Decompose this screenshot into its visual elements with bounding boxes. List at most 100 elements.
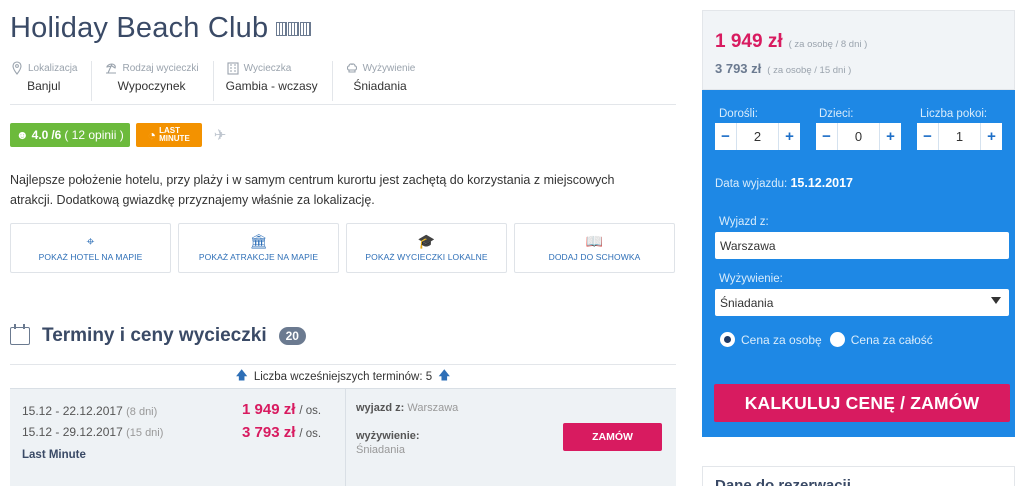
term-price-unit: / os. <box>299 428 322 440</box>
terms-count-badge: 20 <box>278 327 306 345</box>
info-trip: Wycieczka Gambia - wczasy <box>226 61 333 101</box>
term-days: (8 dni) <box>126 406 158 418</box>
minus-button[interactable]: − <box>816 123 838 150</box>
show-local-trips-button[interactable]: 🎓 POKAŻ WYCIECZKI LOKALNE <box>346 223 507 273</box>
children-value[interactable]: 0 <box>838 123 879 150</box>
term-range: 15.12 - 29.12.2017 <box>22 425 123 439</box>
term-row[interactable]: 15.12 - 22.12.2017 (8 dni) 15.12 - 29.12… <box>10 388 676 486</box>
reservation-data-panel: Dane do rezerwacji <box>702 466 1015 486</box>
order-button[interactable]: ZAMÓW <box>563 423 662 451</box>
calendar-icon <box>10 324 30 345</box>
term-price: 3 793 zł <box>242 424 296 441</box>
rating-scale: /6 <box>51 128 62 142</box>
minus-button[interactable]: − <box>917 123 939 150</box>
building-icon <box>227 62 239 75</box>
action-label: DODAJ DO SCHOWKA <box>548 252 641 262</box>
action-label: POKAŻ WYCIECZKI LOKALNE <box>365 252 488 262</box>
calculate-order-button[interactable]: KALKULUJ CENĘ / ZAMÓW <box>714 384 1010 422</box>
term-price: 1 949 zł <box>242 401 296 418</box>
radio-label: Cena za całość <box>850 332 933 347</box>
date-value: 15.12.2017 <box>790 176 853 190</box>
divider <box>345 389 346 486</box>
info-label: Rodzaj wycieczki <box>122 62 199 74</box>
adults-label: Dorośli: <box>719 108 758 120</box>
adults-value[interactable]: 2 <box>737 123 778 150</box>
info-label: Lokalizacja <box>28 62 78 74</box>
plus-button[interactable]: + <box>778 123 800 150</box>
departure-value: Warszawa <box>407 402 459 414</box>
price-calculator: Dorośli: Dzieci: Liczba pokoi: − 2 + − 0… <box>702 90 1015 437</box>
action-label: POKAŻ HOTEL NA MAPIE <box>38 252 143 262</box>
hotel-stars <box>276 22 311 36</box>
map-pin-icon <box>12 61 22 75</box>
hotel-details: Holiday Beach Club Lokalizacja Banjul Ro… <box>0 0 690 486</box>
board-label: wyżywienie: <box>356 430 420 442</box>
badges-row: ☻ 4.0/6 ( 12 opinii ) ◔ LAST MINUTE ✈ <box>10 123 226 147</box>
hotel-title: Holiday Beach Club <box>10 12 269 44</box>
info-trip-type: Rodzaj wycieczki Wypoczynek <box>104 61 214 101</box>
radio-price-per-person[interactable] <box>720 332 735 347</box>
term-range: 15.12 - 22.12.2017 <box>22 404 123 418</box>
hotel-description: Najlepsze położenie hotelu, przy plaży i… <box>10 173 615 207</box>
earlier-terms-toggle[interactable]: 🡅 Liczba wcześniejszych terminów: 5 🡅 <box>10 364 676 388</box>
show-hotel-map-button[interactable]: ⌖ POKAŻ HOTEL NA MAPIE <box>10 223 171 273</box>
term-price-unit: / os. <box>299 405 322 417</box>
action-label: POKAŻ ATRAKCJE NA MAPIE <box>198 252 319 262</box>
rooms-stepper: − 1 + <box>917 123 1002 150</box>
hotel-page: Holiday Beach Club Lokalizacja Banjul Ro… <box>0 0 1024 486</box>
info-label: Wyżywienie <box>362 62 416 74</box>
reservation-data-title: Dane do rezerwacji <box>715 477 851 486</box>
term-dates: 15.12 - 22.12.2017 (8 dni) 15.12 - 29.12… <box>22 401 163 443</box>
adults-stepper: − 2 + <box>715 123 800 150</box>
children-stepper: − 0 + <box>816 123 901 150</box>
term-days: (15 dni) <box>126 427 164 439</box>
museum-icon: 🏛 <box>249 233 268 249</box>
info-board: Wyżywienie Śniadania <box>345 61 430 101</box>
last-minute-label: Last Minute <box>22 449 86 461</box>
plus-button[interactable]: + <box>980 123 1002 150</box>
departure-from-field[interactable]: Warszawa <box>715 232 1009 259</box>
price-summary: 1 949 zł ( za osobę / 8 dni ) 3 793 zł (… <box>702 10 1015 90</box>
board-select[interactable]: Śniadania <box>715 289 1009 316</box>
radio-price-total[interactable] <box>829 332 845 347</box>
board-label: Wyżywienie: <box>719 273 783 285</box>
info-location: Lokalizacja Banjul <box>10 61 93 101</box>
terms-title: Terminy i ceny wycieczki <box>42 325 267 346</box>
price-per-person-alt: 3 793 zł <box>715 61 762 76</box>
departure-date: Data wyjazdu: 15.12.2017 <box>715 176 853 190</box>
plus-button[interactable]: + <box>879 123 901 150</box>
info-label: Wycieczka <box>243 62 292 74</box>
arrow-up-icon: 🡅 <box>235 368 248 382</box>
board-value: Śniadania <box>356 444 405 456</box>
clock-icon: ◔ <box>147 127 157 143</box>
rooms-label: Liczba pokoi: <box>920 108 988 120</box>
star-icon <box>288 22 299 36</box>
info-value: Banjul <box>27 79 61 93</box>
chevron-down-icon <box>991 297 1001 304</box>
rating-reviews: ( 12 opinii ) <box>64 128 124 142</box>
show-attractions-map-button[interactable]: 🏛 POKAŻ ATRAKCJE NA MAPIE <box>178 223 339 273</box>
date-label: Data wyjazdu: <box>715 178 788 190</box>
graduation-cap-icon: 🎓 <box>417 233 436 249</box>
add-to-favorites-button[interactable]: 📖 DODAJ DO SCHOWKA <box>514 223 675 273</box>
rating-badge[interactable]: ☻ 4.0/6 ( 12 opinii ) <box>10 123 130 147</box>
price-mode-radios: Cena za osobę Cena za całość <box>720 332 933 347</box>
info-value: Wypoczynek <box>117 79 186 93</box>
term-info: wyjazd z: Warszawa wyżywienie: Śniadania <box>356 401 458 457</box>
info-value: Gambia - wczasy <box>225 79 318 93</box>
info-value: Śniadania <box>353 79 407 93</box>
plane-icon: ✈ <box>213 127 227 144</box>
rooms-value[interactable]: 1 <box>939 123 980 150</box>
hotel-info-row: Lokalizacja Banjul Rodzaj wycieczki Wypo… <box>10 61 441 101</box>
book-icon: 📖 <box>585 233 604 249</box>
price-note: ( za osobę / 8 dni ) <box>788 39 868 50</box>
star-icon <box>276 22 287 36</box>
terms-header: Terminy i ceny wycieczki 20 <box>10 324 306 347</box>
map-pin-icon: ⌖ <box>86 233 95 249</box>
last-minute-badge: ◔ LAST MINUTE <box>135 123 202 147</box>
price-per-person: 1 949 zł <box>715 31 783 52</box>
minus-button[interactable]: − <box>715 123 737 150</box>
departure-label: wyjazd z: <box>356 402 405 414</box>
board-select-value: Śniadania <box>720 295 774 310</box>
rating-score: 4.0 <box>31 128 49 142</box>
